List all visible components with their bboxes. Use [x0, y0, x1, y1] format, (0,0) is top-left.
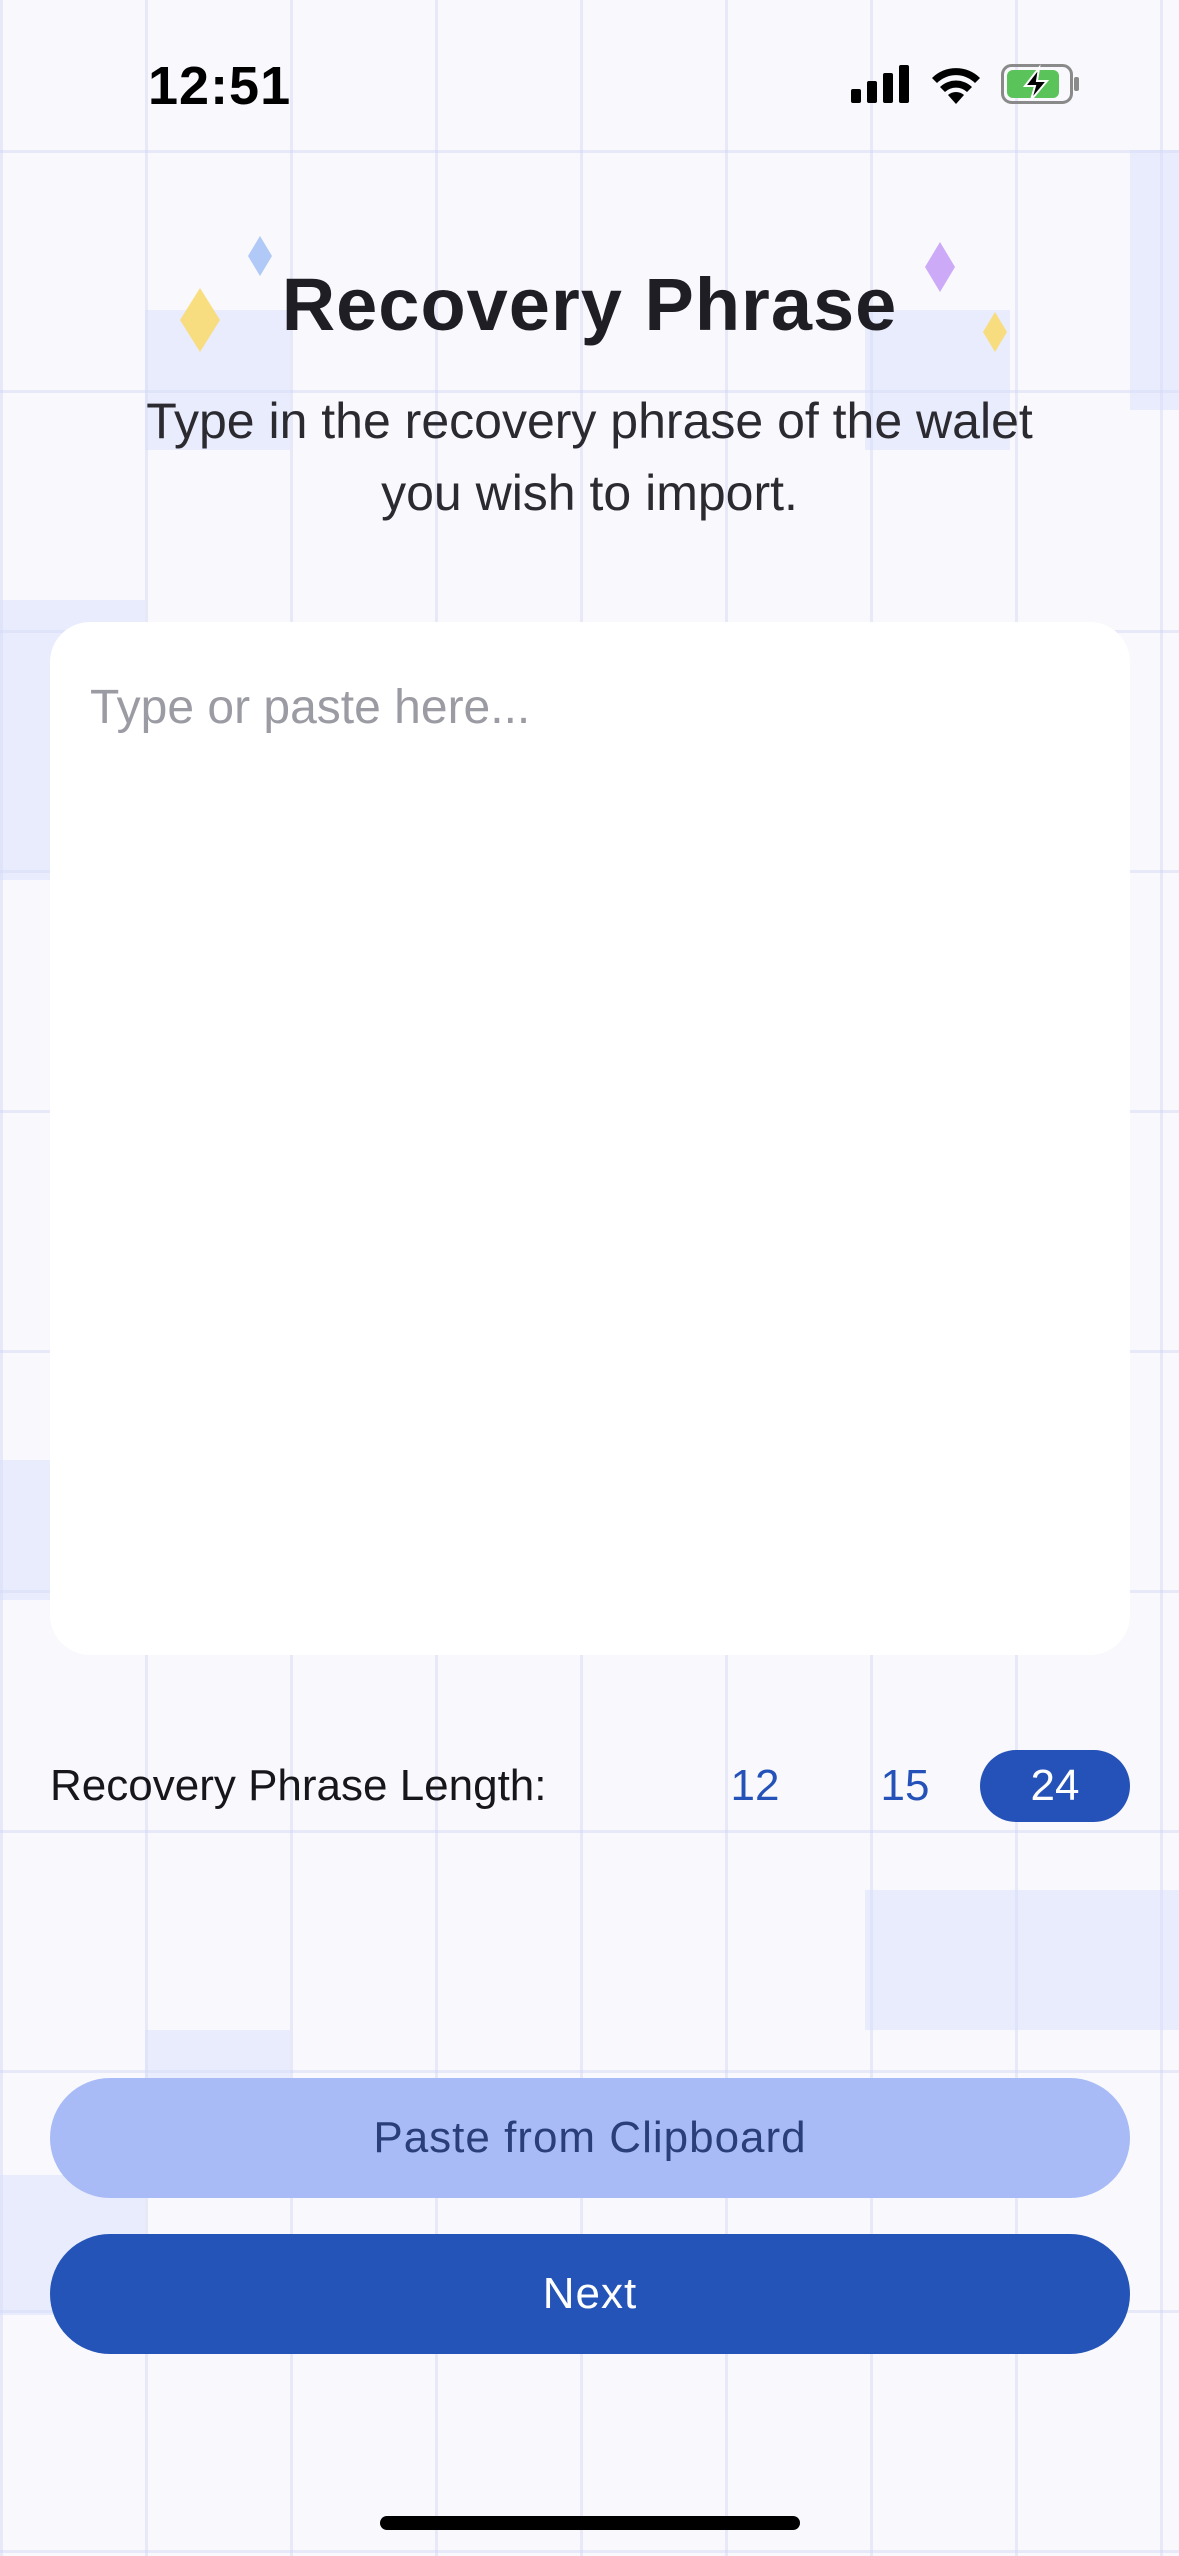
phrase-length-option-15[interactable]: 15: [830, 1750, 980, 1822]
phrase-length-option-24[interactable]: 24: [980, 1750, 1130, 1822]
phrase-length-option-12[interactable]: 12: [680, 1750, 830, 1822]
status-bar: 12:51: [0, 0, 1179, 150]
paste-from-clipboard-button[interactable]: Paste from Clipboard: [50, 2078, 1130, 2198]
wifi-icon: [929, 64, 983, 109]
background-tile: [865, 1890, 1179, 2030]
next-button[interactable]: Next: [50, 2234, 1130, 2354]
recovery-phrase-input[interactable]: [50, 622, 1130, 1655]
status-icons: [851, 64, 1081, 109]
home-indicator[interactable]: [380, 2516, 800, 2530]
phrase-length-selector: Recovery Phrase Length: 12 15 24: [50, 1750, 1130, 1822]
battery-charging-icon: [1001, 64, 1081, 109]
status-time: 12:51: [148, 56, 292, 116]
page-title: Recovery Phrase: [281, 263, 898, 346]
phrase-length-label: Recovery Phrase Length:: [50, 1761, 547, 1810]
page-subtitle: Type in the recovery phrase of the walet…: [146, 393, 1033, 521]
cellular-signal-icon: [851, 65, 911, 108]
